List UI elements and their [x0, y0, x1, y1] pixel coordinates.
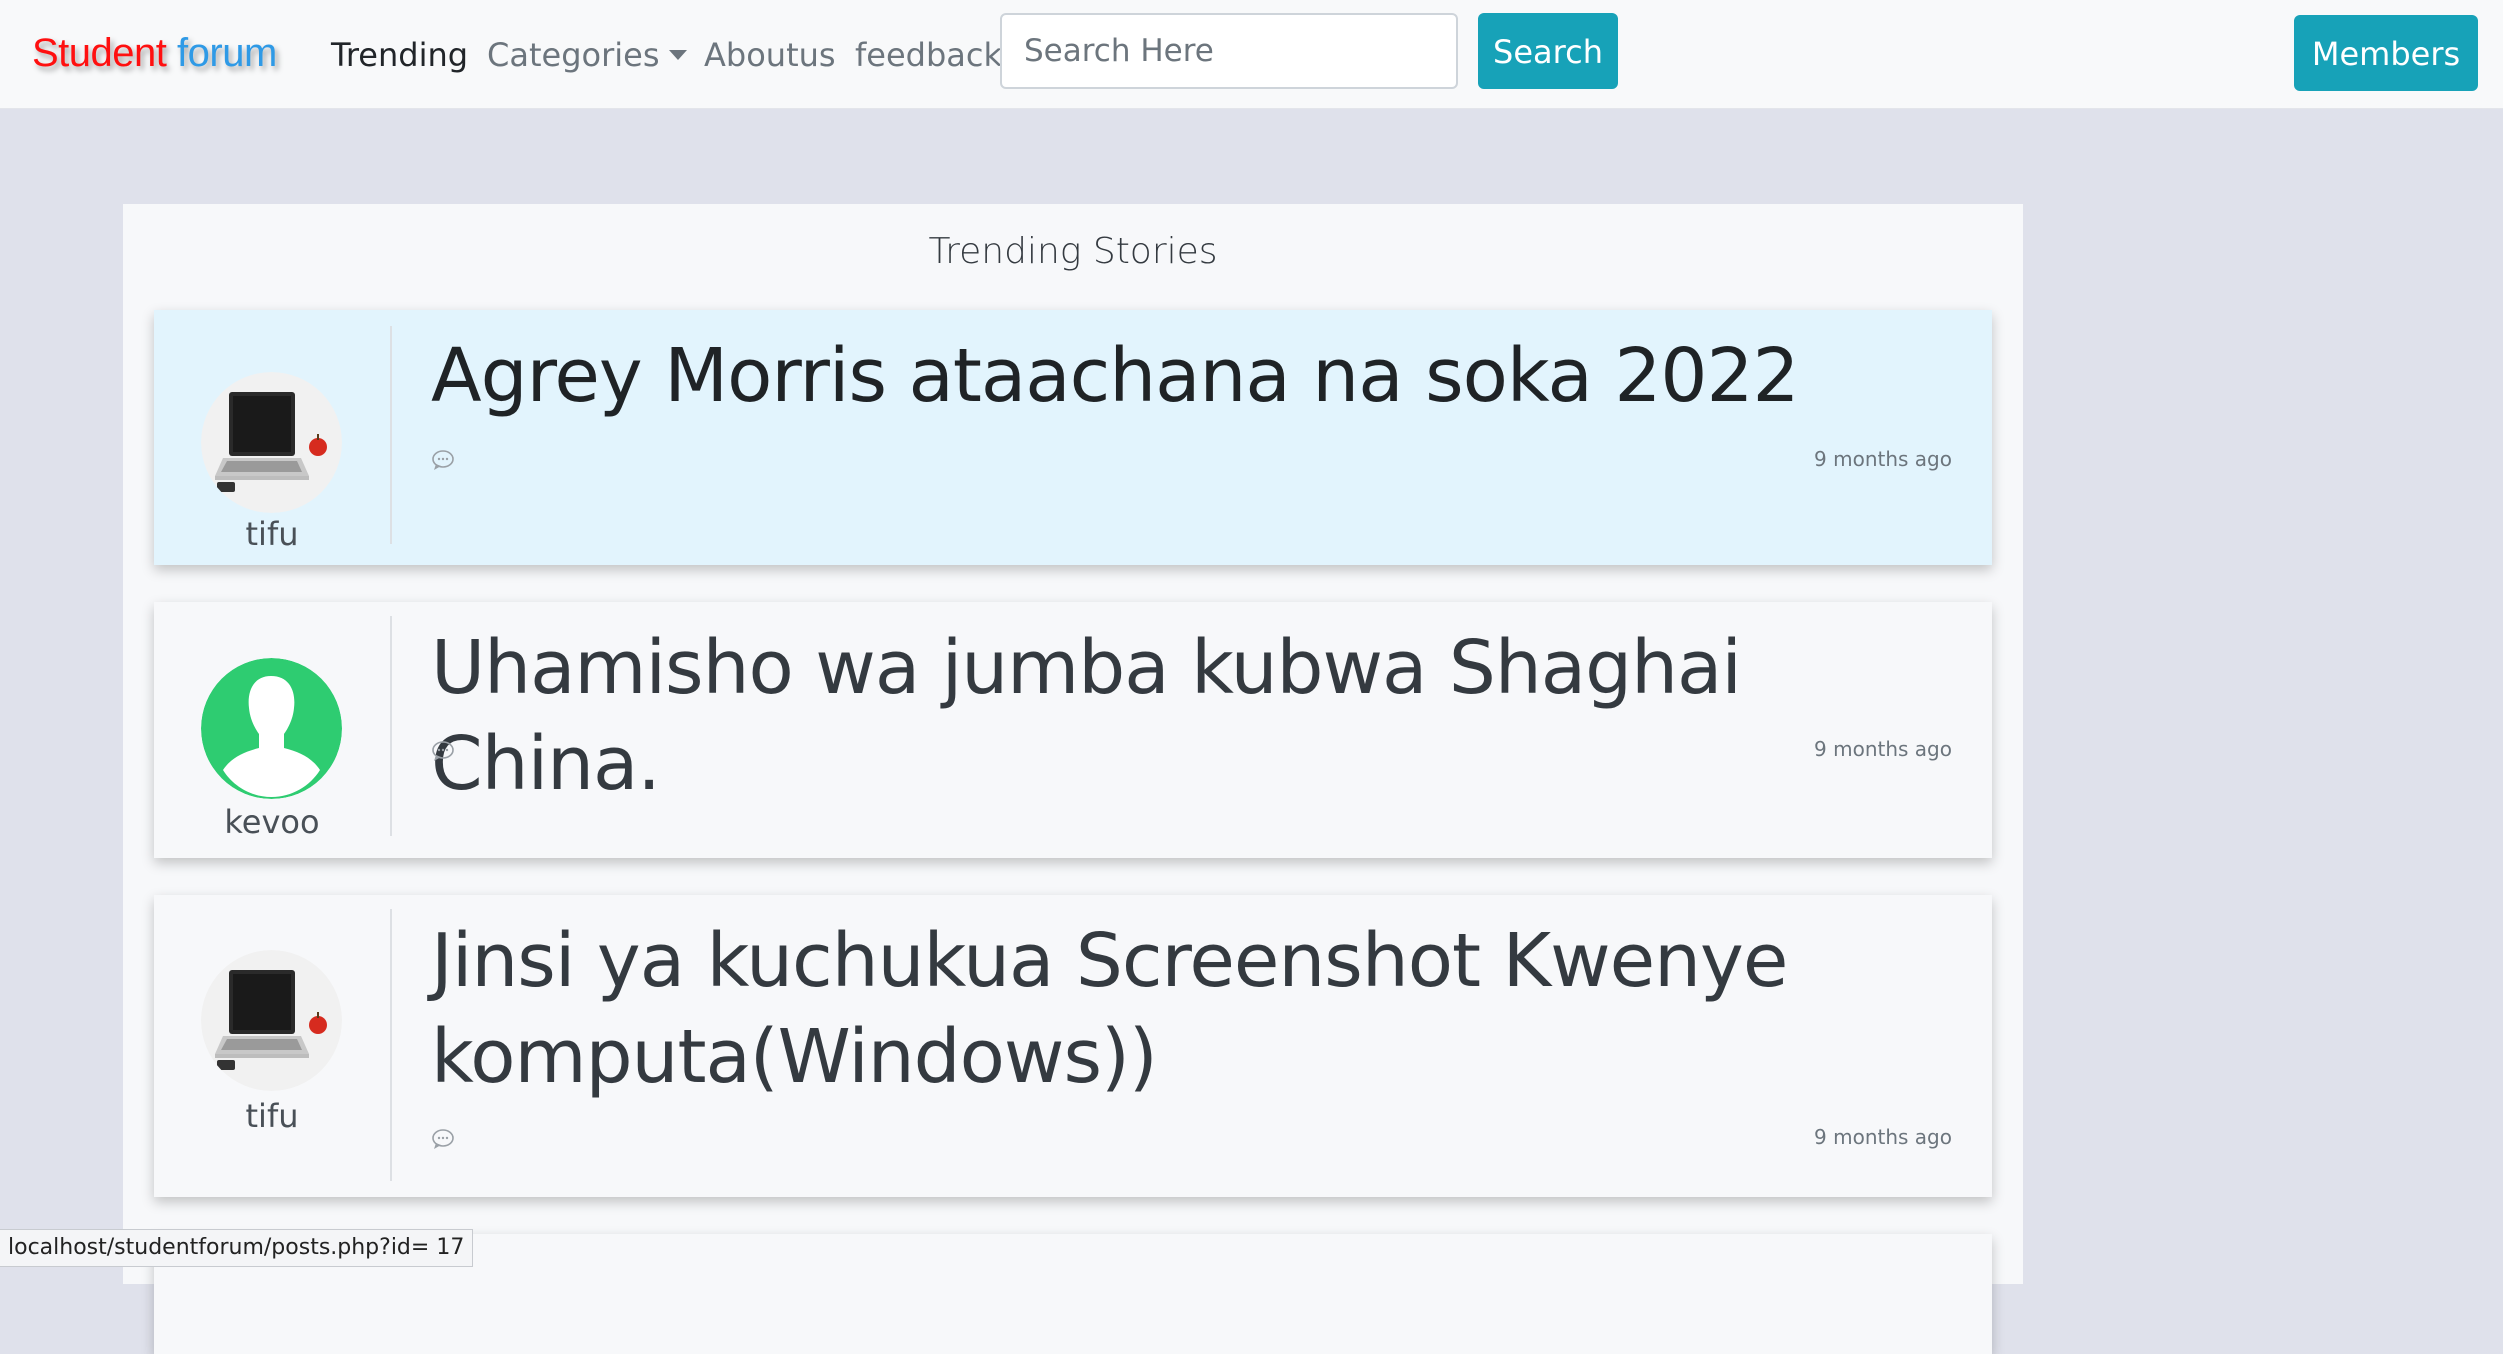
members-button[interactable]: Members: [2294, 15, 2478, 91]
avatar: [201, 950, 342, 1091]
nav-categories-dropdown[interactable]: Categories: [487, 33, 688, 77]
avatar: [201, 658, 342, 799]
section-title: Trending Stories: [928, 231, 1218, 272]
nav-trending[interactable]: Trending: [331, 33, 468, 77]
avatar: [201, 372, 342, 513]
post-card[interactable]: tifu Agrey Morris ataachana na soka 2022…: [154, 310, 1992, 565]
author-name[interactable]: tifu: [154, 1096, 390, 1136]
trending-stories-panel: Trending Stories tifu Agrey Morris ataac…: [123, 204, 2023, 1354]
comment-icon[interactable]: [431, 1128, 455, 1150]
brand-logo[interactable]: Student forum: [32, 28, 277, 78]
post-card[interactable]: tifu Jinsi ya kuchukua Screenshot Kwenye…: [154, 895, 1992, 1197]
post-time: 9 months ago: [1814, 447, 1952, 471]
nav-feedback[interactable]: feedback: [855, 33, 1002, 77]
author-name[interactable]: kevoo: [154, 802, 390, 842]
card-divider: [390, 616, 392, 836]
comment-icon[interactable]: [431, 449, 455, 471]
post-time: 9 months ago: [1814, 737, 1952, 761]
top-navbar: Student forum Trending Categories Aboutu…: [0, 0, 2503, 109]
post-title[interactable]: Uhamisho wa jumba kubwa Shaghai China.: [431, 620, 1971, 812]
search-button[interactable]: Search: [1478, 13, 1618, 89]
brand-text-student: Student: [32, 31, 167, 75]
post-title[interactable]: Jinsi ya kuchukua Screenshot Kwenye komp…: [431, 913, 1971, 1105]
laptop-photo-icon: [201, 372, 342, 513]
laptop-photo-icon: [201, 950, 342, 1091]
card-divider: [390, 326, 392, 544]
post-title[interactable]: Agrey Morris ataachana na soka 2022: [431, 328, 1971, 424]
user-silhouette-icon: [201, 658, 342, 799]
nav-categories-label: Categories: [487, 36, 660, 74]
search-input[interactable]: [1000, 13, 1458, 89]
post-time: 9 months ago: [1814, 1125, 1952, 1149]
comment-icon[interactable]: [431, 740, 455, 762]
post-card[interactable]: kevoo Uhamisho wa jumba kubwa Shaghai Ch…: [154, 602, 1992, 858]
chevron-down-icon: [669, 50, 688, 60]
nav-aboutus[interactable]: Aboutus: [704, 33, 836, 77]
card-divider: [390, 909, 392, 1181]
brand-text-forum: forum: [177, 31, 277, 75]
author-name[interactable]: tifu: [154, 514, 390, 554]
browser-status-url: localhost/studentforum/posts.php?id= 17: [0, 1229, 474, 1267]
